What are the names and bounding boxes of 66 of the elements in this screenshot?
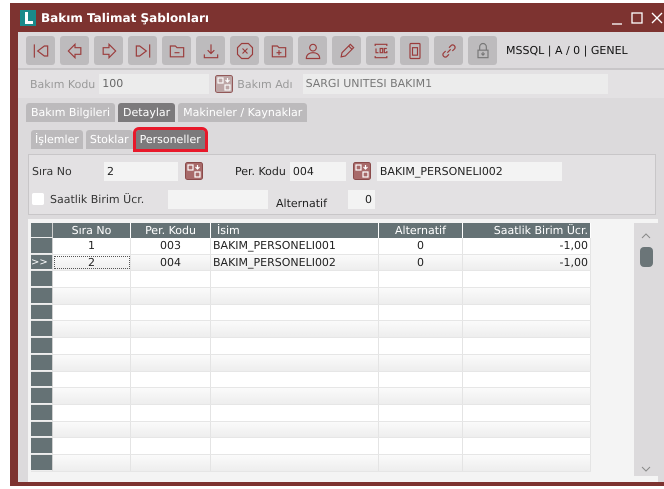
download-button[interactable]: [196, 36, 225, 65]
last-record-button[interactable]: [128, 36, 157, 65]
field-label: Bakım Adı: [237, 78, 293, 90]
document-button[interactable]: [400, 36, 429, 65]
row-header[interactable]: [31, 388, 53, 404]
table-cell: 0: [379, 254, 463, 270]
row-header[interactable]: [31, 354, 53, 370]
row-header[interactable]: [31, 404, 53, 421]
alternative-field[interactable]: 0: [348, 190, 375, 208]
scroll-down-icon[interactable]: [641, 466, 651, 472]
table-cell: 1: [53, 238, 131, 254]
scroll-thumb[interactable]: [640, 247, 652, 267]
row-header[interactable]: [31, 372, 53, 388]
row-header[interactable]: [31, 422, 53, 438]
scrollbar[interactable]: [634, 223, 658, 476]
row-header[interactable]: [31, 304, 53, 320]
field-label: Saatlik Birim Ücr.: [50, 192, 146, 206]
window-title: Bakım Talimat Şablonları: [41, 10, 209, 24]
table-cell: -1,00: [463, 238, 591, 254]
table-cell: 003: [131, 238, 211, 254]
field-label: Bakım Kodu: [30, 78, 96, 90]
personnel-code-field[interactable]: 004: [290, 162, 346, 180]
table-cell: BAKIM_PERSONELI002: [211, 254, 379, 270]
lookup-icon[interactable]: [185, 162, 203, 180]
lookup-icon[interactable]: [215, 75, 234, 93]
field-label: Per. Kodu: [235, 164, 286, 178]
sequence-field[interactable]: 2: [104, 162, 178, 180]
close-icon[interactable]: [650, 10, 664, 24]
lock-button[interactable]: [468, 36, 497, 65]
row-header[interactable]: >>: [31, 254, 53, 270]
table-cell: -1,00: [463, 254, 591, 270]
row-header[interactable]: [31, 438, 53, 454]
row-header[interactable]: [31, 271, 53, 288]
scroll-up-icon[interactable]: [641, 233, 651, 239]
table-cell: BAKIM_PERSONELI001: [211, 238, 379, 254]
table-cell: 0: [379, 238, 463, 254]
user-button[interactable]: [298, 36, 327, 65]
app-logo-icon: [20, 10, 36, 26]
row-header[interactable]: [31, 238, 53, 254]
row-header[interactable]: [31, 454, 53, 471]
lookup-icon[interactable]: [352, 162, 371, 180]
folder-minus-button[interactable]: [162, 36, 191, 65]
first-record-button[interactable]: [26, 36, 55, 65]
name-field[interactable]: SARGI UNITESI BAKIM1: [302, 74, 608, 94]
pencil-button[interactable]: [332, 36, 361, 65]
maximize-icon[interactable]: [630, 10, 644, 24]
tab[interactable]: Detaylar: [118, 103, 176, 122]
subtab[interactable]: Personeller: [136, 130, 205, 149]
table-cell: 2: [53, 254, 131, 270]
code-field[interactable]: 100: [99, 74, 210, 94]
field-label: Alternatif: [276, 196, 328, 210]
log-button[interactable]: [366, 36, 395, 65]
connection-info: MSSQL | A / 0 | GENEL: [506, 44, 628, 57]
field-label: Sıra No: [32, 164, 73, 178]
cancel-icon: [234, 40, 254, 60]
checkbox[interactable]: [32, 193, 44, 205]
table-cell: 004: [131, 254, 211, 270]
cancel-button[interactable]: [230, 36, 259, 65]
folder-plus-button[interactable]: [264, 36, 293, 65]
previous-button[interactable]: [60, 36, 89, 65]
next-button[interactable]: [94, 36, 123, 65]
link-button[interactable]: [434, 36, 463, 65]
row-header[interactable]: [31, 288, 53, 304]
row-header[interactable]: [31, 338, 53, 354]
personnel-name-field[interactable]: BAKIM_PERSONELI002: [376, 162, 562, 180]
row-header[interactable]: [31, 321, 53, 338]
